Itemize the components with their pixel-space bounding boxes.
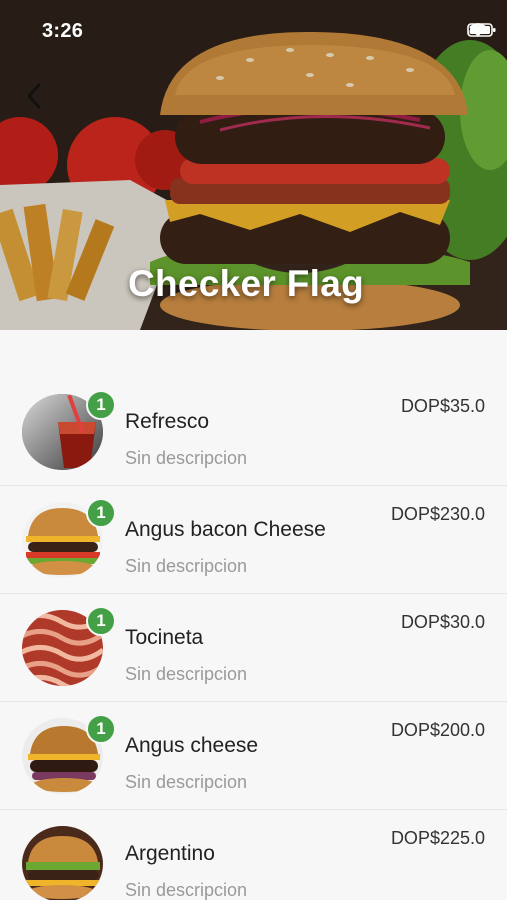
status-bar: 3:26: [0, 0, 507, 62]
item-price: DOP$225.0: [390, 828, 485, 848]
item-price: DOP$230.0: [390, 504, 485, 524]
list-item[interactable]: 1 Refresco Sin descripcion DOP$35.0: [0, 378, 507, 486]
item-description: Sin descripcion: [125, 772, 248, 792]
item-price: DOP$30.0: [400, 612, 485, 632]
list-item[interactable]: 1 Tocineta Sin descripcion DOP$30.0: [0, 594, 507, 702]
list-item[interactable]: 1 Angus bacon Cheese Sin descripcion DOP…: [0, 486, 507, 594]
restaurant-hero-image: 3:26 Checker Flag: [0, 0, 507, 330]
item-price: DOP$200.0: [390, 720, 485, 740]
item-name: Refresco: [125, 410, 210, 433]
item-description: Sin descripcion: [125, 664, 248, 684]
quantity-badge: 1: [86, 498, 116, 528]
quantity-badge: 1: [86, 606, 116, 636]
status-time: 3:26: [42, 20, 84, 42]
item-description: Sin descripcion: [125, 556, 248, 576]
item-name: Angus cheese: [125, 734, 259, 757]
item-name: Argentino: [125, 842, 215, 865]
restaurant-title: Checker Flag: [128, 263, 364, 304]
item-description: Sin descripcion: [125, 880, 248, 900]
order-item-list: 1 Refresco Sin descripcion DOP$35.0 1 An…: [0, 378, 507, 900]
item-name: Tocineta: [125, 626, 204, 649]
item-name: Angus bacon Cheese: [125, 518, 326, 541]
back-button[interactable]: [24, 82, 56, 114]
list-item[interactable]: Argentino Sin descripcion DOP$225.0: [0, 810, 507, 900]
item-description: Sin descripcion: [125, 448, 248, 468]
quantity-badge: 1: [86, 714, 116, 744]
list-item[interactable]: 1 Angus cheese Sin descripcion DOP$200.0: [0, 702, 507, 810]
argentino-thumbnail: [22, 826, 103, 900]
item-price: DOP$35.0: [400, 396, 485, 416]
quantity-badge: 1: [86, 390, 116, 420]
